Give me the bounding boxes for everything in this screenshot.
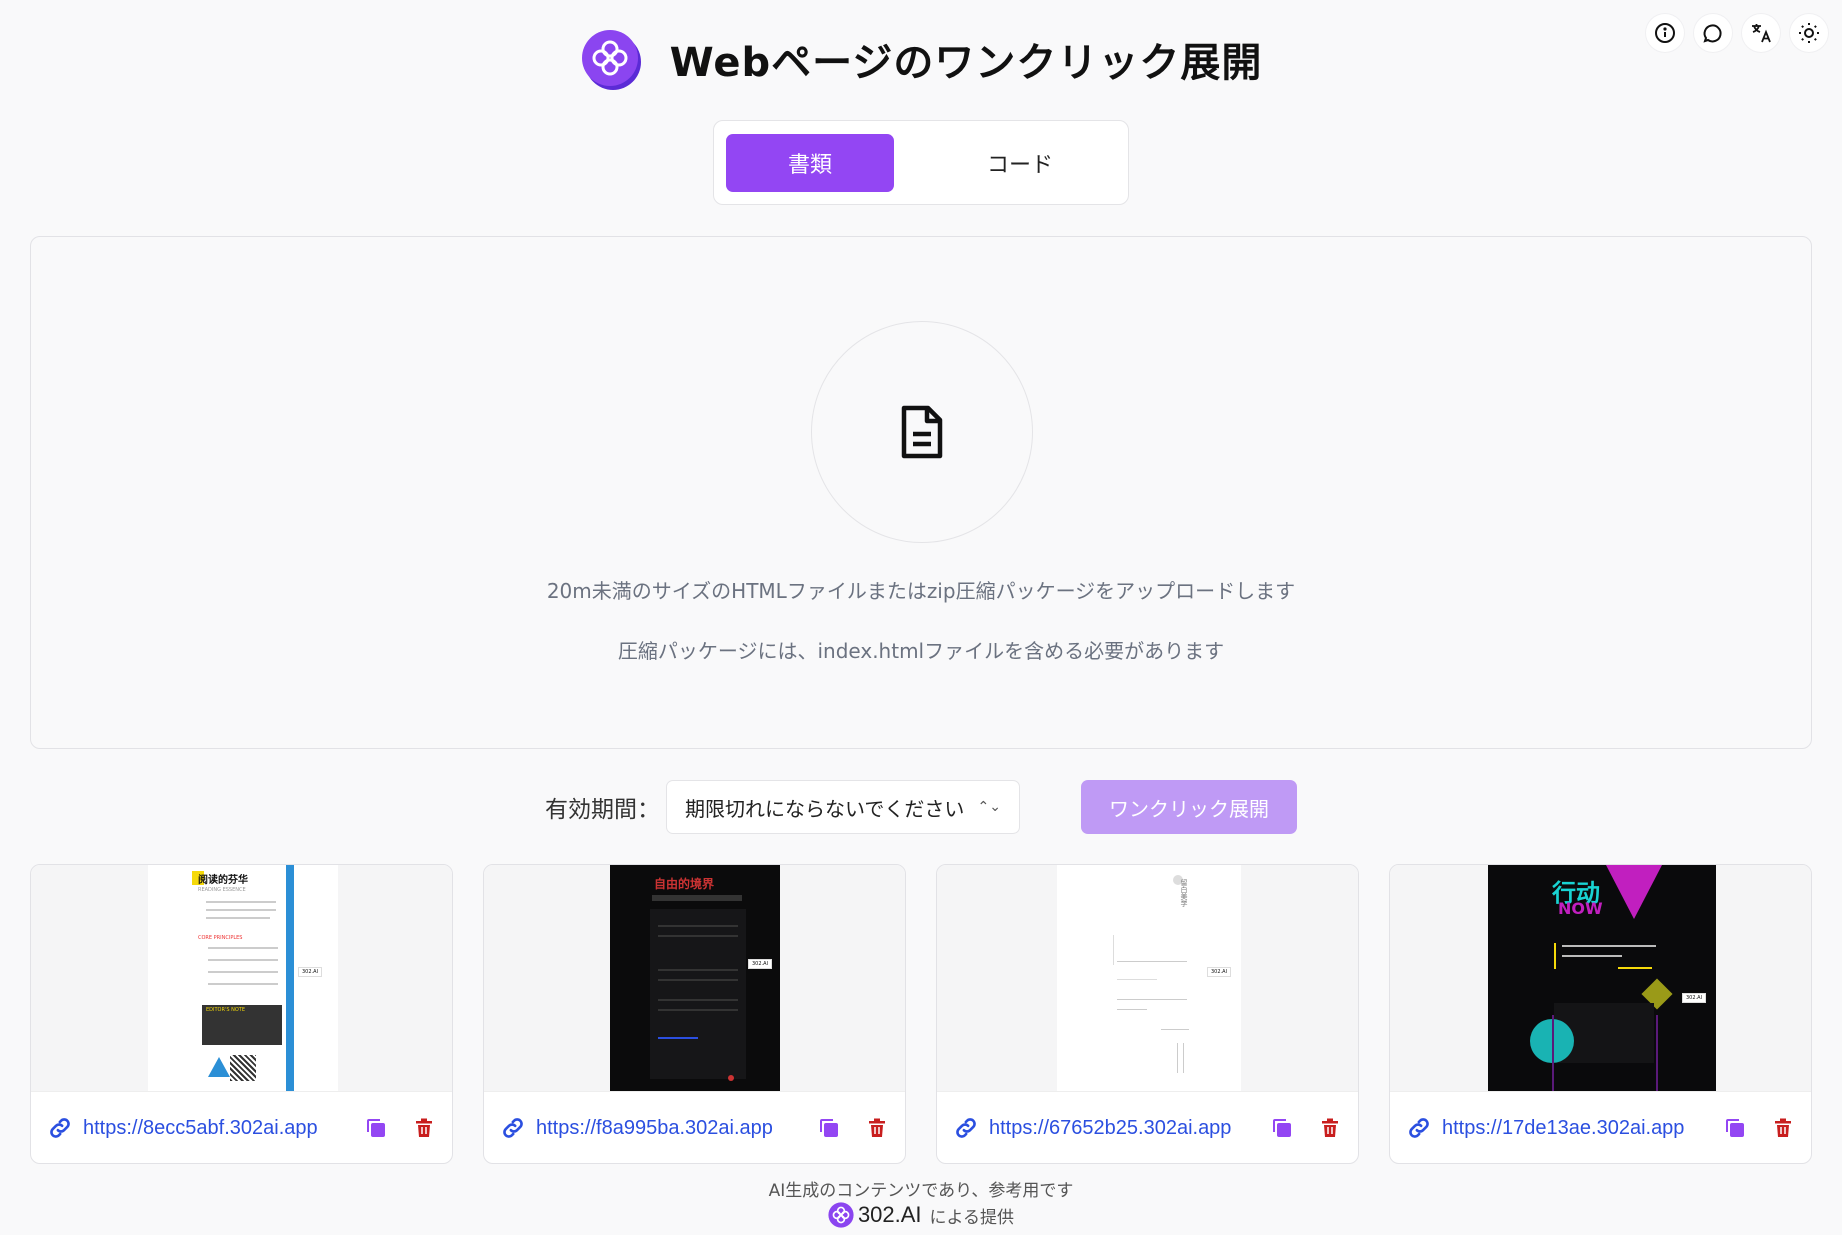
deployment-card: 行动 NOW 302.AI https://17de13ae.302ai.app [1389,864,1812,1164]
app-logo-icon [581,30,641,90]
document-icon [901,405,943,459]
copy-icon[interactable] [1723,1116,1747,1140]
brand-logo-icon [828,1202,854,1228]
thumb-subtitle: READING ESSENCE [198,887,246,893]
brand-name-link[interactable]: 302.AI [858,1202,922,1228]
link-icon [50,1118,70,1138]
copy-icon[interactable] [364,1116,388,1140]
thumb-title: 阅读的芬华 [198,875,248,886]
deploy-button[interactable]: ワンクリック展開 [1081,780,1297,834]
upload-requirement: 圧縮パッケージには、index.htmlファイルを含める必要があります [617,639,1225,663]
delete-icon[interactable] [1318,1116,1342,1140]
thumb-badge: 302.AI [1682,993,1707,1003]
ai-disclaimer: AI生成のコンテンツであり、参考用です [768,1181,1074,1201]
thumb-badge: 302.AI [1207,967,1232,977]
card-preview[interactable]: 留白美学 302.AI [937,865,1358,1092]
thumbnail-image: 留白美学 302.AI [1057,865,1241,1091]
chevron-updown-icon: ⌃⌄ [977,799,1001,815]
thumb-title: 留白美学 [1180,879,1188,907]
page-header: Webページのワンクリック展開 [0,28,1842,90]
thumb-badge: 302.AI [298,967,323,977]
page-title: Webページのワンクリック展開 [669,40,1263,86]
copy-icon[interactable] [817,1116,841,1140]
card-url-link[interactable]: https://f8a995ba.302ai.app [536,1117,773,1140]
card-url-link[interactable]: https://8ecc5abf.302ai.app [83,1117,318,1140]
thumb-title: 自由的境界 [654,877,715,891]
delete-icon[interactable] [865,1116,889,1140]
thumb-badge: 302.AI [748,959,773,969]
card-preview[interactable]: 阅读的芬华 READING ESSENCE CORE PRINCIPLES ED… [31,865,452,1092]
card-footer: https://8ecc5abf.302ai.app [31,1091,452,1163]
thumbnail-image: 行动 NOW 302.AI [1488,865,1716,1091]
upload-icon-circle[interactable] [811,321,1033,543]
expiry-select[interactable]: 期限切れにならないでください ⌃⌄ [666,780,1020,834]
thumbnail-image: 阅读的芬华 READING ESSENCE CORE PRINCIPLES ED… [148,865,338,1091]
thumb-section: CORE PRINCIPLES [198,935,243,941]
card-footer: https://67652b25.302ai.app [937,1091,1358,1163]
delete-icon[interactable] [1771,1116,1795,1140]
thumbnail-image: 自由的境界 302.AI [610,865,780,1091]
card-url-link[interactable]: https://67652b25.302ai.app [989,1117,1231,1140]
link-icon [503,1118,523,1138]
link-icon [956,1118,976,1138]
provided-by-text: による提供 [929,1207,1015,1228]
deployment-card: 阅读的芬华 READING ESSENCE CORE PRINCIPLES ED… [30,864,453,1164]
expiry-selected-value: 期限切れにならないでください [685,796,965,821]
deployment-card: 留白美学 302.AI https://67652b25.302ai.app [936,864,1359,1164]
thumb-note: EDITOR'S NOTE [206,1007,245,1013]
link-icon [1409,1118,1429,1138]
thumb-subtitle: NOW [1558,899,1603,918]
deployment-card: 自由的境界 302.AI https://f8a995ba.302ai.app [483,864,906,1164]
mode-tabs: 書類 コード [713,120,1129,205]
powered-by: 302.AI による提供 [0,1202,1842,1228]
card-preview[interactable]: 行动 NOW 302.AI [1390,865,1811,1092]
card-footer: https://f8a995ba.302ai.app [484,1091,905,1163]
card-footer: https://17de13ae.302ai.app [1390,1091,1811,1163]
copy-icon[interactable] [1270,1116,1294,1140]
card-url-link[interactable]: https://17de13ae.302ai.app [1442,1117,1684,1140]
tab-code[interactable]: コード [936,134,1104,192]
tab-document[interactable]: 書類 [726,134,894,192]
file-upload-dropzone[interactable]: 20m未満のサイズのHTMLファイルまたはzip圧縮パッケージをアップロードしま… [30,236,1812,749]
delete-icon[interactable] [412,1116,436,1140]
upload-hint: 20m未満のサイズのHTMLファイルまたはzip圧縮パッケージをアップロードしま… [546,579,1296,603]
card-preview[interactable]: 自由的境界 302.AI [484,865,905,1092]
expiry-label: 有効期間： [545,797,660,823]
